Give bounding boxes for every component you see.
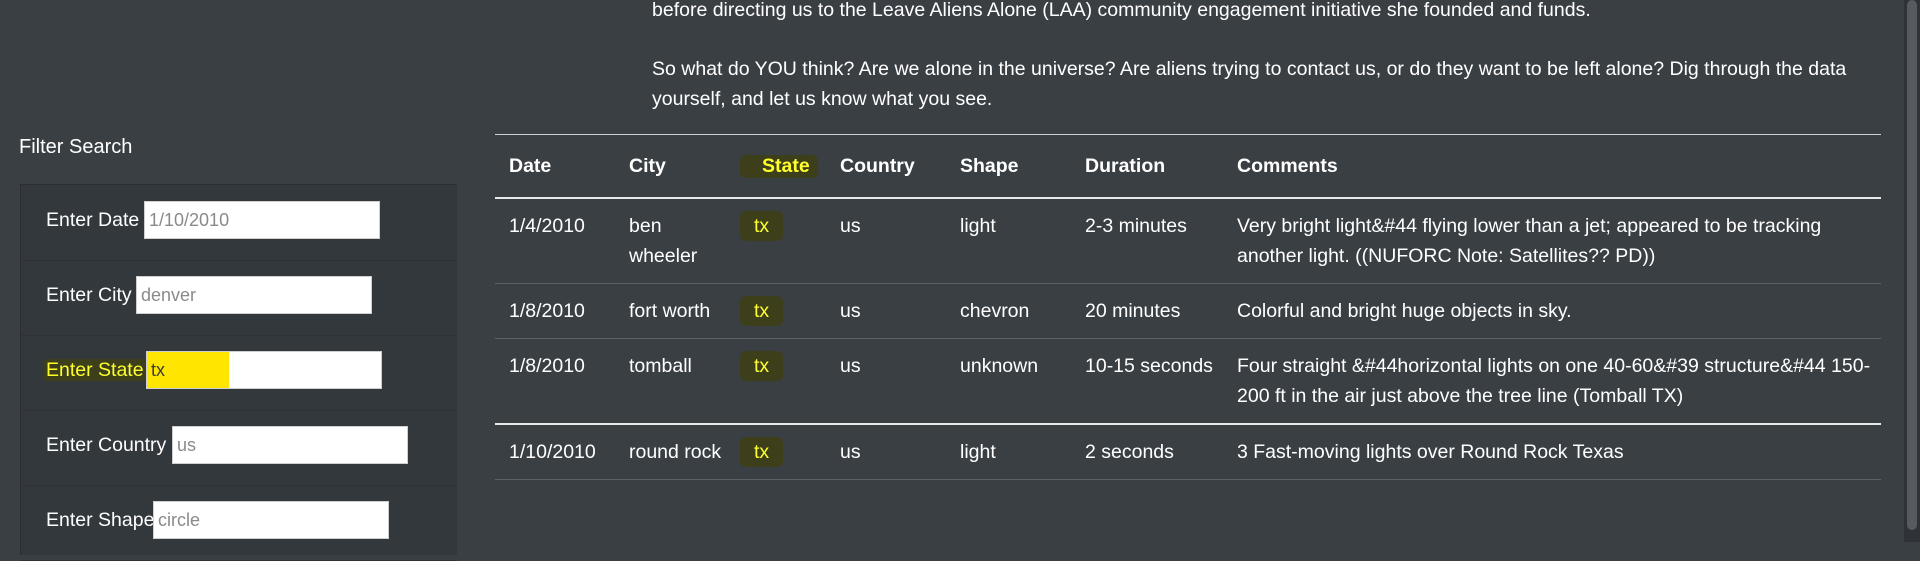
- filter-item-date: Enter Date: [21, 185, 457, 261]
- shape-label: Enter Shape: [46, 509, 155, 531]
- header-state-text: State: [740, 154, 818, 178]
- date-input[interactable]: [144, 201, 380, 239]
- cell-shape: unknown: [946, 338, 1071, 425]
- cell-shape: chevron: [946, 283, 1071, 339]
- cell-shape: light: [946, 424, 1071, 480]
- state-highlight: tx: [740, 296, 784, 326]
- filter-item-country: Enter Country: [21, 410, 457, 486]
- country-label: Enter Country: [46, 434, 167, 456]
- state-input[interactable]: [146, 351, 382, 389]
- cell-city: round rock: [615, 424, 726, 480]
- cell-shape: light: [946, 198, 1071, 284]
- intro-paragraph-1: before directing us to the Leave Aliens …: [652, 0, 1591, 21]
- cell-country: us: [826, 424, 946, 480]
- cell-duration: 2 seconds: [1071, 424, 1223, 480]
- ufo-table-container: Date City State Country Shape Duration C…: [495, 134, 1881, 480]
- cell-comments: Very bright light&#44 flying lower than …: [1223, 198, 1881, 284]
- cell-country: us: [826, 283, 946, 339]
- cell-comments: Colorful and bright huge objects in sky.: [1223, 283, 1881, 339]
- header-duration: Duration: [1071, 134, 1223, 199]
- cell-state: tx: [726, 283, 826, 339]
- cell-duration: 10-15 seconds: [1071, 338, 1223, 425]
- vertical-scrollbar[interactable]: [1904, 0, 1920, 542]
- cell-state: tx: [726, 338, 826, 425]
- table-row: 1/8/2010 tomball tx us unknown 10-15 sec…: [495, 338, 1881, 425]
- ufo-table: Date City State Country Shape Duration C…: [495, 134, 1881, 480]
- city-input[interactable]: [136, 276, 372, 314]
- header-shape: Shape: [946, 134, 1071, 199]
- cell-comments: Four straight &#44horizontal lights on o…: [1223, 338, 1881, 425]
- header-state: State: [726, 134, 826, 199]
- cell-comments: 3 Fast-moving lights over Round Rock Tex…: [1223, 424, 1881, 480]
- filter-panel: Enter Date Enter City Enter State Enter …: [20, 184, 457, 561]
- date-label: Enter Date: [46, 209, 140, 231]
- state-highlight: tx: [740, 211, 784, 241]
- filter-search-title: Filter Search: [19, 136, 133, 158]
- cell-date: 1/8/2010: [495, 338, 615, 425]
- header-date: Date: [495, 134, 615, 199]
- scrollbar-thumb[interactable]: [1907, 0, 1917, 530]
- header-country: Country: [826, 134, 946, 199]
- city-label: Enter City: [46, 284, 132, 306]
- shape-input[interactable]: [153, 501, 389, 539]
- state-highlight: tx: [740, 437, 784, 467]
- cell-country: us: [826, 198, 946, 284]
- cell-city: tomball: [615, 338, 726, 425]
- cell-date: 1/10/2010: [495, 424, 615, 480]
- cell-date: 1/4/2010: [495, 198, 615, 284]
- cell-duration: 20 minutes: [1071, 283, 1223, 339]
- table-row: 1/10/2010 round rock tx us light 2 secon…: [495, 424, 1881, 480]
- state-label: Enter State: [44, 359, 146, 382]
- table-header-row: Date City State Country Shape Duration C…: [495, 134, 1881, 199]
- cell-country: us: [826, 338, 946, 425]
- state-highlight: tx: [740, 351, 784, 381]
- table-row: 1/4/2010 ben wheeler tx us light 2-3 min…: [495, 198, 1881, 284]
- cell-city: fort worth: [615, 283, 726, 339]
- cell-duration: 2-3 minutes: [1071, 198, 1223, 284]
- table-row: 1/8/2010 fort worth tx us chevron 20 min…: [495, 283, 1881, 339]
- filter-item-state: Enter State: [21, 335, 457, 411]
- state-label-text: Enter State: [44, 359, 146, 381]
- cell-city: ben wheeler: [615, 198, 726, 284]
- filter-item-shape: Enter Shape: [21, 485, 457, 561]
- filter-item-city: Enter City: [21, 260, 457, 336]
- header-city: City: [615, 134, 726, 199]
- cell-state: tx: [726, 198, 826, 284]
- cell-state: tx: [726, 424, 826, 480]
- country-input[interactable]: [172, 426, 408, 464]
- cell-date: 1/8/2010: [495, 283, 615, 339]
- header-comments: Comments: [1223, 134, 1881, 199]
- intro-paragraph-2: So what do YOU think? Are we alone in th…: [652, 58, 1847, 110]
